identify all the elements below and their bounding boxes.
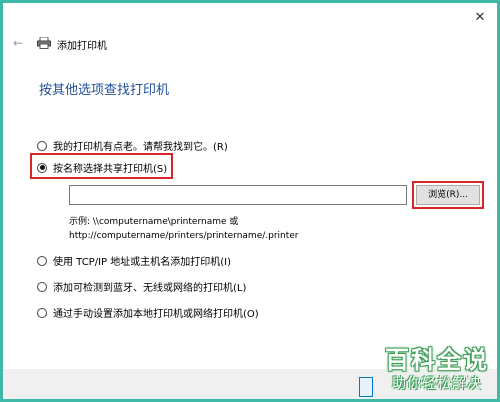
option-label: 添加可检测到蓝牙、无线或网络的打印机(L) [53,283,247,294]
printer-icon [37,36,51,49]
option-label: 通过手动设置添加本地打印机或网络打印机(O) [53,309,259,320]
example-line: 示例: \\computername\printername 或 [69,217,239,227]
option-label: 按名称选择共享打印机(S) [53,164,168,175]
browse-button[interactable]: 浏览(R)... [416,185,480,205]
back-arrow-icon[interactable]: ← [13,37,27,49]
option-label: 我的打印机有点老。请帮我找到它。(R) [53,142,228,153]
option-tcpip[interactable]: 使用 TCP/IP 地址或主机名添加打印机(I) [37,253,231,268]
watermark-main: 百科全说 [385,346,489,374]
option-manual[interactable]: 通过手动设置添加本地打印机或网络打印机(O) [37,305,259,320]
watermark-sub: 助你轻松解决 [392,376,482,392]
option-label: 使用 TCP/IP 地址或主机名添加打印机(I) [53,257,231,268]
option-shared-printer[interactable]: 按名称选择共享打印机(S) [37,160,167,175]
add-printer-dialog: ✕ ← 添加打印机 按其他选项查找打印机 我的打印机有点老。请帮我找到它。(R)… [3,3,497,399]
window-title: 添加打印机 [57,41,107,52]
watermark-logo: 百科全说 助你轻松解决 [377,345,497,393]
example-line: http://computername/printers/printername… [69,231,299,241]
radio-button[interactable] [37,307,47,318]
radio-button[interactable] [37,255,47,266]
close-icon[interactable]: ✕ [469,9,491,27]
radio-button[interactable] [37,281,47,292]
radio-button[interactable] [37,140,47,151]
option-wireless[interactable]: 添加可检测到蓝牙、无线或网络的打印机(L) [37,279,246,294]
page-heading: 按其他选项查找打印机 [39,83,170,98]
radio-button-selected[interactable] [37,162,47,173]
option-old-printer[interactable]: 我的打印机有点老。请帮我找到它。(R) [37,138,228,153]
example-text: 示例: \\computername\printername 或 http://… [69,215,299,243]
shared-printer-path-input[interactable] [69,185,407,205]
next-button[interactable] [359,377,373,397]
